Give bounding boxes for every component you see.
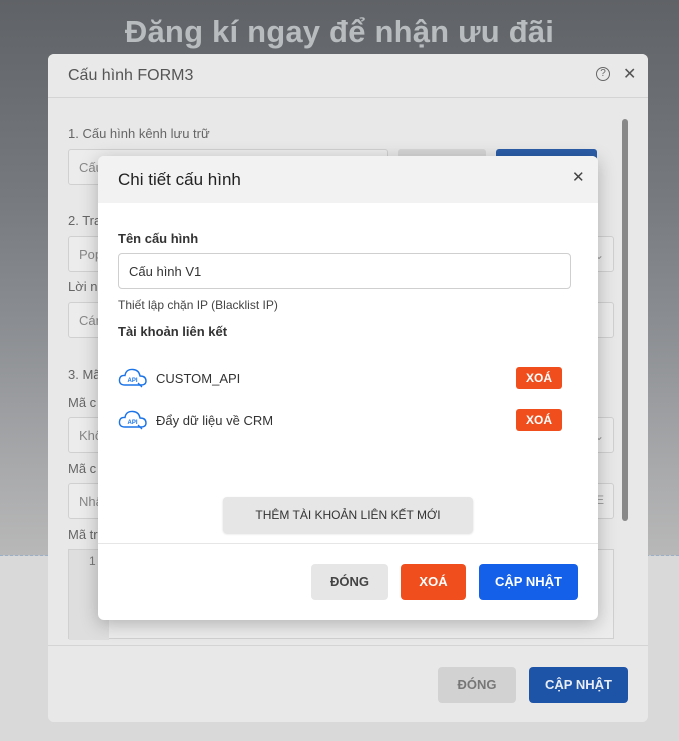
add-linked-account-button[interactable]: THÊM TÀI KHOẢN LIÊN KẾT MỚI (223, 497, 473, 533)
linked-account-name: Đẩy dữ liệu về CRM (156, 413, 274, 428)
inner-delete-button[interactable]: XOÁ (401, 564, 466, 600)
section-storage-title: 1. Cấu hình kênh lưu trữ (68, 126, 210, 141)
ip-blacklist-link[interactable]: Thiết lập chặn IP (Blacklist IP) (118, 298, 278, 312)
delete-account-button[interactable]: XOÁ (516, 367, 562, 389)
outer-modal-footer: ĐÓNG CẬP NHẬT (48, 645, 648, 722)
inner-close-button[interactable]: ĐÓNG (311, 564, 388, 600)
linked-accounts-title: Tài khoản liên kết (118, 324, 228, 339)
linked-account-row: API Đẩy dữ liệu về CRM XOÁ (118, 409, 562, 433)
outer-scrollbar[interactable] (622, 119, 628, 521)
svg-text:API: API (127, 378, 137, 384)
outer-modal-header: Cấu hình FORM3 ? ✕ (48, 54, 648, 98)
outer-update-button[interactable]: CẬP NHẬT (529, 667, 628, 703)
close-icon[interactable]: ✕ (623, 64, 636, 84)
outer-close-button[interactable]: ĐÓNG (438, 667, 516, 703)
close-icon[interactable]: ✕ (572, 168, 585, 186)
code-label-3: Mã tr (68, 527, 98, 542)
api-cloud-icon: API (118, 368, 147, 388)
code-label-1: Mã c (68, 395, 97, 410)
section-2-title: 2. Tra (68, 213, 102, 228)
inner-modal-title: Chi tiết cấu hình (118, 170, 241, 189)
editor-line-number: 1 (89, 554, 96, 568)
outer-modal-title: Cấu hình FORM3 (68, 67, 194, 84)
message-label: Lời n (68, 279, 98, 294)
linked-account-row: API CUSTOM_API XOÁ (118, 367, 562, 391)
section-3-title: 3. Mã (68, 367, 101, 382)
inner-modal-header: Chi tiết cấu hình ✕ (98, 156, 598, 203)
config-detail-modal: Chi tiết cấu hình ✕ Tên cấu hình Thiết l… (98, 156, 598, 620)
svg-text:API: API (127, 420, 137, 426)
help-icon[interactable]: ? (596, 67, 610, 81)
api-cloud-icon: API (118, 410, 147, 430)
inner-update-button[interactable]: CẬP NHẬT (479, 564, 578, 600)
delete-account-button[interactable]: XOÁ (516, 409, 562, 431)
config-name-label: Tên cấu hình (118, 231, 199, 246)
inner-footer-divider (98, 543, 598, 544)
linked-account-name: CUSTOM_API (156, 371, 241, 386)
config-name-input[interactable] (118, 253, 571, 289)
page-headline: Đăng kí ngay để nhận ưu đãi (124, 14, 555, 49)
code-label-2: Mã c (68, 461, 97, 476)
